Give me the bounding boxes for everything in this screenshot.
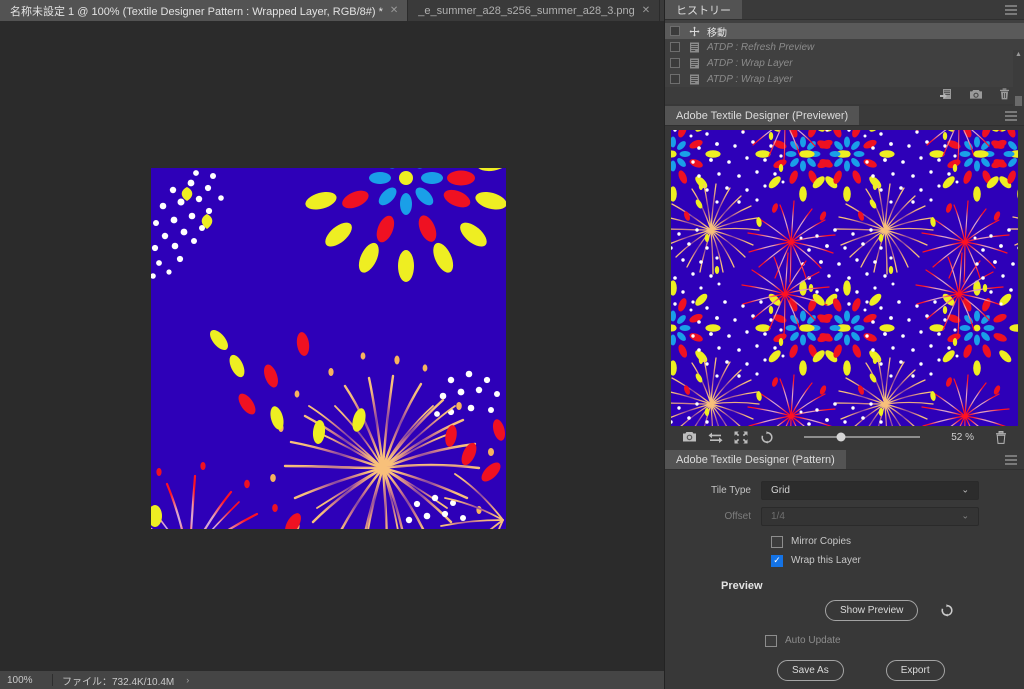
pattern-preview-canvas[interactable] — [671, 130, 1018, 426]
tile-type-value: Grid — [771, 485, 790, 496]
history-item-2-label: ATDP : Wrap Layer — [707, 58, 793, 69]
chevron-down-icon: ⌄ — [961, 485, 969, 496]
status-file-info: ファイル：732.4K/10.4M — [53, 673, 174, 688]
camera-icon[interactable] — [676, 431, 702, 443]
tab-history[interactable]: ヒストリー — [665, 0, 742, 19]
status-zoom-level[interactable]: 100% — [0, 675, 52, 686]
history-item-0[interactable]: 移動 — [665, 23, 1024, 39]
trash-icon[interactable] — [988, 431, 1014, 444]
close-icon[interactable]: ✕ — [642, 6, 650, 16]
pattern-panel-header: Adobe Textile Designer (Pattern) — [665, 450, 1024, 470]
history-item-2[interactable]: ATDP : Wrap Layer — [665, 55, 1024, 71]
history-snapshot-checkbox[interactable] — [670, 26, 680, 36]
history-snapshot-checkbox[interactable] — [670, 74, 680, 84]
document-icon — [687, 58, 701, 69]
preview-zoom-slider[interactable] — [780, 436, 930, 438]
tile-type-label: Tile Type — [665, 485, 761, 496]
mirror-copies-checkbox[interactable] — [771, 536, 783, 548]
tab-history-label: ヒストリー — [676, 2, 731, 18]
tab-previewer[interactable]: Adobe Textile Designer (Previewer) — [665, 106, 859, 125]
document-icon — [687, 74, 701, 85]
history-item-1[interactable]: ATDP : Refresh Preview — [665, 39, 1024, 55]
tab-previewer-label: Adobe Textile Designer (Previewer) — [676, 110, 848, 122]
document-canvas[interactable] — [151, 168, 506, 529]
tab-pattern[interactable]: Adobe Textile Designer (Pattern) — [665, 450, 846, 469]
scroll-up-icon[interactable]: ▲ — [1015, 51, 1022, 58]
preview-section-title: Preview — [665, 570, 1024, 600]
action-buttons-row: Save As Export — [665, 660, 1024, 681]
slider-track[interactable] — [804, 436, 920, 438]
offset-value: 1/4 — [771, 511, 785, 522]
history-item-3-label: ATDP : Wrap Layer — [707, 74, 793, 85]
document-icon — [687, 42, 701, 53]
mirror-copies-label: Mirror Copies — [791, 536, 851, 547]
history-snapshot-checkbox[interactable] — [670, 58, 680, 68]
wrap-this-layer-checkbox[interactable]: ✓ — [771, 555, 783, 567]
right-dock: ヒストリー 移動 ATDP : Refresh Preview — [664, 0, 1024, 689]
move-tool-icon — [687, 26, 701, 37]
offset-label: Offset — [665, 511, 761, 522]
previewer-panel-header: Adobe Textile Designer (Previewer) — [665, 106, 1024, 126]
history-snapshot-checkbox[interactable] — [670, 42, 680, 52]
wrap-this-layer-label: Wrap this Layer — [791, 555, 861, 566]
history-item-1-label: ATDP : Refresh Preview — [707, 42, 814, 53]
history-item-3[interactable]: ATDP : Wrap Layer — [665, 71, 1024, 87]
auto-update-checkbox[interactable] — [765, 635, 777, 647]
status-expand-chevron-icon[interactable]: › — [174, 675, 189, 685]
preview-zoom-value: 52 % — [938, 432, 974, 443]
tile-type-row: Tile Type Grid ⌄ — [665, 480, 1024, 500]
slider-knob[interactable] — [837, 433, 846, 442]
auto-update-label: Auto Update — [785, 635, 841, 646]
status-bar: 100% ファイル：732.4K/10.4M › — [0, 671, 664, 689]
new-snapshot-icon[interactable] — [969, 87, 983, 105]
scrollbar-thumb[interactable] — [1015, 96, 1022, 106]
swap-arrows-icon[interactable] — [702, 431, 728, 443]
refresh-icon[interactable] — [754, 431, 780, 444]
panel-menu-icon[interactable] — [1005, 5, 1017, 14]
history-footer-toolbar — [665, 87, 1024, 104]
close-icon[interactable]: ✕ — [390, 6, 398, 16]
check-icon: ✓ — [773, 556, 781, 565]
refresh-icon[interactable] — [940, 604, 954, 617]
delete-state-icon[interactable] — [999, 87, 1010, 105]
show-preview-row: Show Preview — [665, 600, 1024, 621]
panel-menu-icon[interactable] — [1005, 111, 1017, 120]
panel-menu-icon[interactable] — [1005, 455, 1017, 464]
offset-select: 1/4 ⌄ — [761, 507, 979, 526]
document-tab-2[interactable]: _e_summer_a28_s256_summer_a28_3.png ✕ — [408, 0, 660, 21]
history-panel-header: ヒストリー — [665, 0, 1024, 20]
document-tab-1[interactable]: 名称未設定 1 @ 100% (Textile Designer Pattern… — [0, 0, 408, 21]
preview-toolbar: 52 % — [665, 426, 1024, 448]
document-tab-1-label: 名称未設定 1 @ 100% (Textile Designer Pattern… — [10, 3, 383, 19]
save-as-button[interactable]: Save As — [777, 660, 844, 681]
canvas-workspace[interactable] — [0, 21, 664, 671]
tab-pattern-label: Adobe Textile Designer (Pattern) — [676, 454, 835, 466]
pattern-panel-body: Tile Type Grid ⌄ Offset 1/4 ⌄ Mirror Cop… — [665, 470, 1024, 681]
history-list[interactable]: 移動 ATDP : Refresh Preview ATDP : Wrap La… — [665, 20, 1024, 87]
photoshop-window: 名称未設定 1 @ 100% (Textile Designer Pattern… — [0, 0, 1024, 689]
new-document-from-state-icon[interactable] — [940, 87, 953, 105]
document-tab-2-label: _e_summer_a28_s256_summer_a28_3.png — [418, 5, 634, 17]
fireworks-pattern-artwork — [151, 168, 506, 529]
auto-update-row[interactable]: Auto Update — [665, 631, 1024, 650]
export-button[interactable]: Export — [886, 660, 945, 681]
tile-type-select[interactable]: Grid ⌄ — [761, 481, 979, 500]
mirror-copies-row[interactable]: Mirror Copies — [665, 532, 1024, 551]
chevron-down-icon: ⌄ — [961, 511, 969, 522]
wrap-this-layer-row[interactable]: ✓ Wrap this Layer — [665, 551, 1024, 570]
tiled-pattern-preview — [671, 130, 1018, 426]
offset-row: Offset 1/4 ⌄ — [665, 506, 1024, 526]
history-item-0-label: 移動 — [707, 24, 727, 39]
show-preview-button[interactable]: Show Preview — [825, 600, 918, 621]
document-tab-bar: 名称未設定 1 @ 100% (Textile Designer Pattern… — [0, 0, 664, 21]
fit-screen-icon[interactable] — [728, 431, 754, 444]
